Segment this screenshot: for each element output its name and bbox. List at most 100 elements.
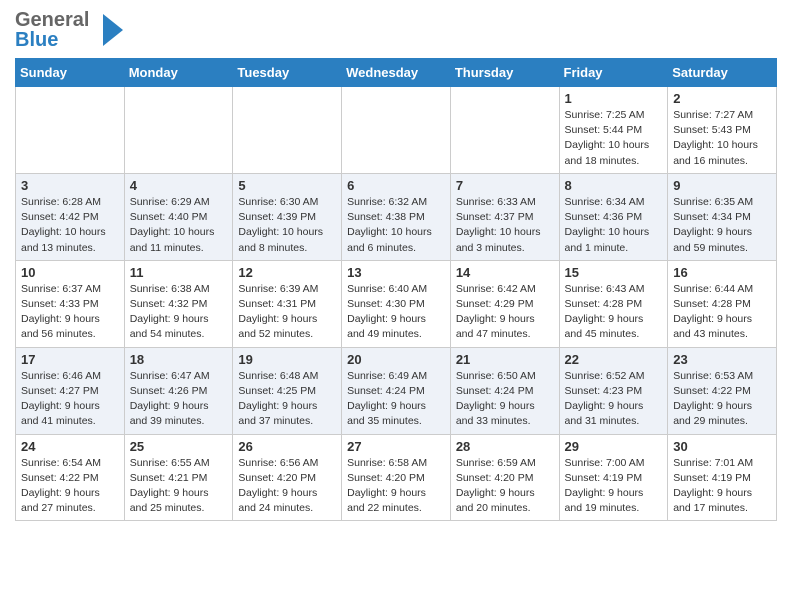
calendar-cell: 24 Sunrise: 6:54 AM Sunset: 4:22 PM Dayli… [16,434,125,521]
day-info: Sunrise: 6:30 AM Sunset: 4:39 PM Dayligh… [238,195,336,256]
column-header-friday: Friday [559,59,668,87]
day-number: 22 [565,352,663,367]
calendar-cell: 26 Sunrise: 6:56 AM Sunset: 4:20 PM Dayli… [233,434,342,521]
day-info: Sunrise: 7:01 AM Sunset: 4:19 PM Dayligh… [673,456,771,517]
day-number: 24 [21,439,119,454]
calendar-cell: 5 Sunrise: 6:30 AM Sunset: 4:39 PM Daylig… [233,173,342,260]
day-info: Sunrise: 6:46 AM Sunset: 4:27 PM Dayligh… [21,369,119,430]
column-header-wednesday: Wednesday [342,59,451,87]
day-number: 16 [673,265,771,280]
day-number: 28 [456,439,554,454]
calendar-cell: 15 Sunrise: 6:43 AM Sunset: 4:28 PM Dayli… [559,260,668,347]
day-number: 3 [21,178,119,193]
column-header-tuesday: Tuesday [233,59,342,87]
calendar-cell: 1 Sunrise: 7:25 AM Sunset: 5:44 PM Daylig… [559,87,668,174]
day-info: Sunrise: 7:00 AM Sunset: 4:19 PM Dayligh… [565,456,663,517]
day-number: 21 [456,352,554,367]
calendar-cell: 7 Sunrise: 6:33 AM Sunset: 4:37 PM Daylig… [450,173,559,260]
day-number: 29 [565,439,663,454]
day-number: 1 [565,91,663,106]
column-header-saturday: Saturday [668,59,777,87]
logo-blue-text: Blue [15,30,89,50]
day-info: Sunrise: 6:35 AM Sunset: 4:34 PM Dayligh… [673,195,771,256]
column-header-sunday: Sunday [16,59,125,87]
calendar-cell: 10 Sunrise: 6:37 AM Sunset: 4:33 PM Dayli… [16,260,125,347]
day-info: Sunrise: 7:25 AM Sunset: 5:44 PM Dayligh… [565,108,663,169]
day-info: Sunrise: 6:47 AM Sunset: 4:26 PM Dayligh… [130,369,228,430]
calendar-cell: 17 Sunrise: 6:46 AM Sunset: 4:27 PM Dayli… [16,347,125,434]
calendar-week-1: 1 Sunrise: 7:25 AM Sunset: 5:44 PM Daylig… [16,87,777,174]
day-number: 12 [238,265,336,280]
calendar-cell [450,87,559,174]
logo-general-text: General [15,10,89,30]
calendar-cell: 18 Sunrise: 6:47 AM Sunset: 4:26 PM Dayli… [124,347,233,434]
day-info: Sunrise: 6:43 AM Sunset: 4:28 PM Dayligh… [565,282,663,343]
logo: General Blue [15,10,125,50]
day-info: Sunrise: 6:54 AM Sunset: 4:22 PM Dayligh… [21,456,119,517]
day-number: 19 [238,352,336,367]
day-number: 15 [565,265,663,280]
header: General Blue [15,10,777,50]
calendar-cell [233,87,342,174]
calendar-week-4: 17 Sunrise: 6:46 AM Sunset: 4:27 PM Dayli… [16,347,777,434]
day-info: Sunrise: 6:56 AM Sunset: 4:20 PM Dayligh… [238,456,336,517]
day-number: 23 [673,352,771,367]
calendar-cell: 21Sunrise: 6:50 AM Sunset: 4:24 PM Dayli… [450,347,559,434]
day-number: 5 [238,178,336,193]
calendar-cell: 19Sunrise: 6:48 AM Sunset: 4:25 PM Dayli… [233,347,342,434]
calendar-cell: 11 Sunrise: 6:38 AM Sunset: 4:32 PM Dayli… [124,260,233,347]
day-info: Sunrise: 6:33 AM Sunset: 4:37 PM Dayligh… [456,195,554,256]
day-number: 9 [673,178,771,193]
calendar-cell: 6 Sunrise: 6:32 AM Sunset: 4:38 PM Daylig… [342,173,451,260]
calendar-week-2: 3Sunrise: 6:28 AM Sunset: 4:42 PM Daylig… [16,173,777,260]
column-header-monday: Monday [124,59,233,87]
calendar-cell: 9 Sunrise: 6:35 AM Sunset: 4:34 PM Daylig… [668,173,777,260]
day-number: 27 [347,439,445,454]
calendar-cell: 22Sunrise: 6:52 AM Sunset: 4:23 PM Dayli… [559,347,668,434]
calendar-cell: 12 Sunrise: 6:39 AM Sunset: 4:31 PM Dayli… [233,260,342,347]
day-number: 6 [347,178,445,193]
day-info: Sunrise: 6:42 AM Sunset: 4:29 PM Dayligh… [456,282,554,343]
day-number: 10 [21,265,119,280]
day-number: 13 [347,265,445,280]
calendar: SundayMondayTuesdayWednesdayThursdayFrid… [15,58,777,521]
calendar-cell: 30 Sunrise: 7:01 AM Sunset: 4:19 PM Dayli… [668,434,777,521]
calendar-cell [342,87,451,174]
column-header-thursday: Thursday [450,59,559,87]
calendar-cell: 20 Sunrise: 6:49 AM Sunset: 4:24 PM Dayli… [342,347,451,434]
logo-triangle-icon [93,12,125,48]
page-container: General Blue SundayMondayTuesdayWednesda… [0,0,792,536]
calendar-cell: 4Sunrise: 6:29 AM Sunset: 4:40 PM Daylig… [124,173,233,260]
day-info: Sunrise: 6:49 AM Sunset: 4:24 PM Dayligh… [347,369,445,430]
calendar-cell: 3Sunrise: 6:28 AM Sunset: 4:42 PM Daylig… [16,173,125,260]
day-number: 8 [565,178,663,193]
day-number: 20 [347,352,445,367]
day-info: Sunrise: 6:37 AM Sunset: 4:33 PM Dayligh… [21,282,119,343]
calendar-week-5: 24 Sunrise: 6:54 AM Sunset: 4:22 PM Dayli… [16,434,777,521]
day-info: Sunrise: 6:34 AM Sunset: 4:36 PM Dayligh… [565,195,663,256]
day-number: 7 [456,178,554,193]
day-number: 30 [673,439,771,454]
calendar-cell: 14Sunrise: 6:42 AM Sunset: 4:29 PM Dayli… [450,260,559,347]
calendar-cell: 27 Sunrise: 6:58 AM Sunset: 4:20 PM Dayli… [342,434,451,521]
day-number: 2 [673,91,771,106]
day-info: Sunrise: 6:38 AM Sunset: 4:32 PM Dayligh… [130,282,228,343]
day-info: Sunrise: 7:27 AM Sunset: 5:43 PM Dayligh… [673,108,771,169]
day-number: 4 [130,178,228,193]
logo-display: General Blue [15,10,125,50]
calendar-week-3: 10 Sunrise: 6:37 AM Sunset: 4:33 PM Dayli… [16,260,777,347]
calendar-cell: 28 Sunrise: 6:59 AM Sunset: 4:20 PM Dayli… [450,434,559,521]
day-number: 17 [21,352,119,367]
day-info: Sunrise: 6:32 AM Sunset: 4:38 PM Dayligh… [347,195,445,256]
calendar-cell [16,87,125,174]
day-number: 11 [130,265,228,280]
day-info: Sunrise: 6:58 AM Sunset: 4:20 PM Dayligh… [347,456,445,517]
day-number: 18 [130,352,228,367]
day-info: Sunrise: 6:44 AM Sunset: 4:28 PM Dayligh… [673,282,771,343]
calendar-cell: 25Sunrise: 6:55 AM Sunset: 4:21 PM Dayli… [124,434,233,521]
day-info: Sunrise: 6:39 AM Sunset: 4:31 PM Dayligh… [238,282,336,343]
day-info: Sunrise: 6:59 AM Sunset: 4:20 PM Dayligh… [456,456,554,517]
calendar-cell: 13Sunrise: 6:40 AM Sunset: 4:30 PM Dayli… [342,260,451,347]
day-number: 26 [238,439,336,454]
calendar-header-row: SundayMondayTuesdayWednesdayThursdayFrid… [16,59,777,87]
